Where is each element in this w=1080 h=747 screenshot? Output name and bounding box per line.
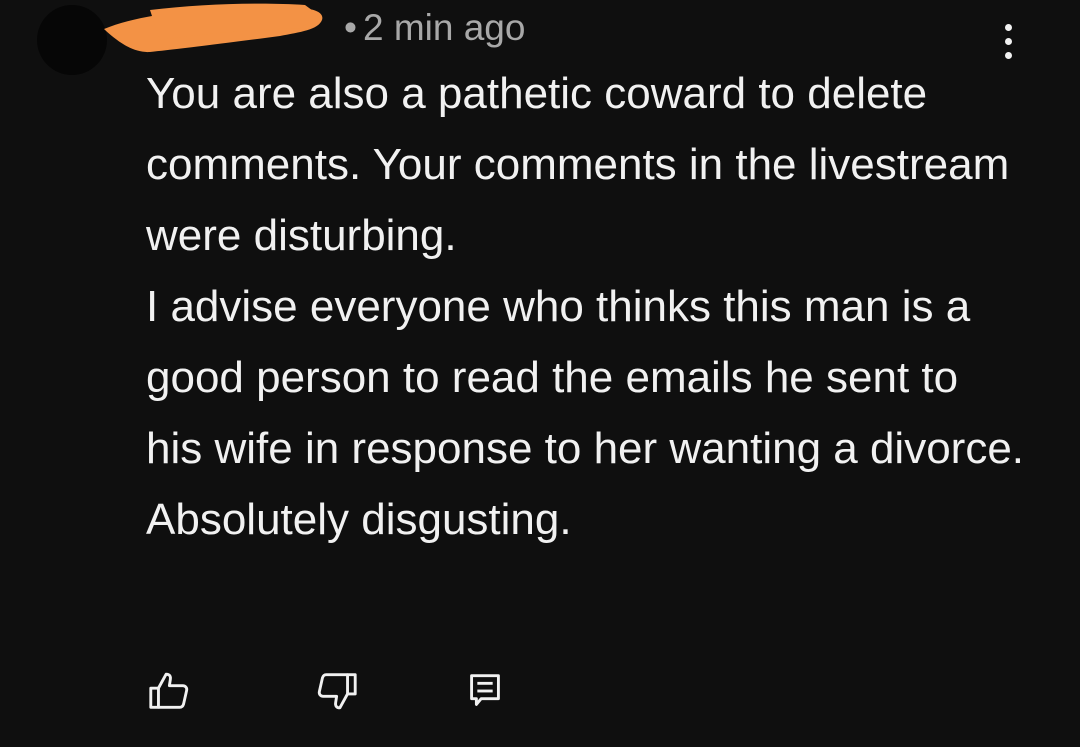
timestamp[interactable]: 2 min ago [363,7,526,49]
comment-paragraph: I advise everyone who thinks this man is… [146,282,1025,544]
comment-text: You are also a pathetic coward to delete… [146,58,1026,555]
like-button[interactable] [146,668,192,714]
reply-icon [470,674,500,706]
meta-separator: • [344,7,357,48]
thumbs-down-icon [317,673,357,710]
more-options-dot [1004,23,1012,31]
comment-paragraph: You are also a pathetic coward to delete… [146,69,1010,260]
comment-header: • 2 min ago [146,6,525,50]
reply-button[interactable] [462,668,508,714]
avatar[interactable] [37,5,107,75]
thumbs-up-icon [149,672,189,709]
more-options-dot [1004,37,1012,45]
comment-item: • 2 min ago You are also a pathetic cowa… [0,0,1080,747]
dislike-button[interactable] [314,668,360,714]
